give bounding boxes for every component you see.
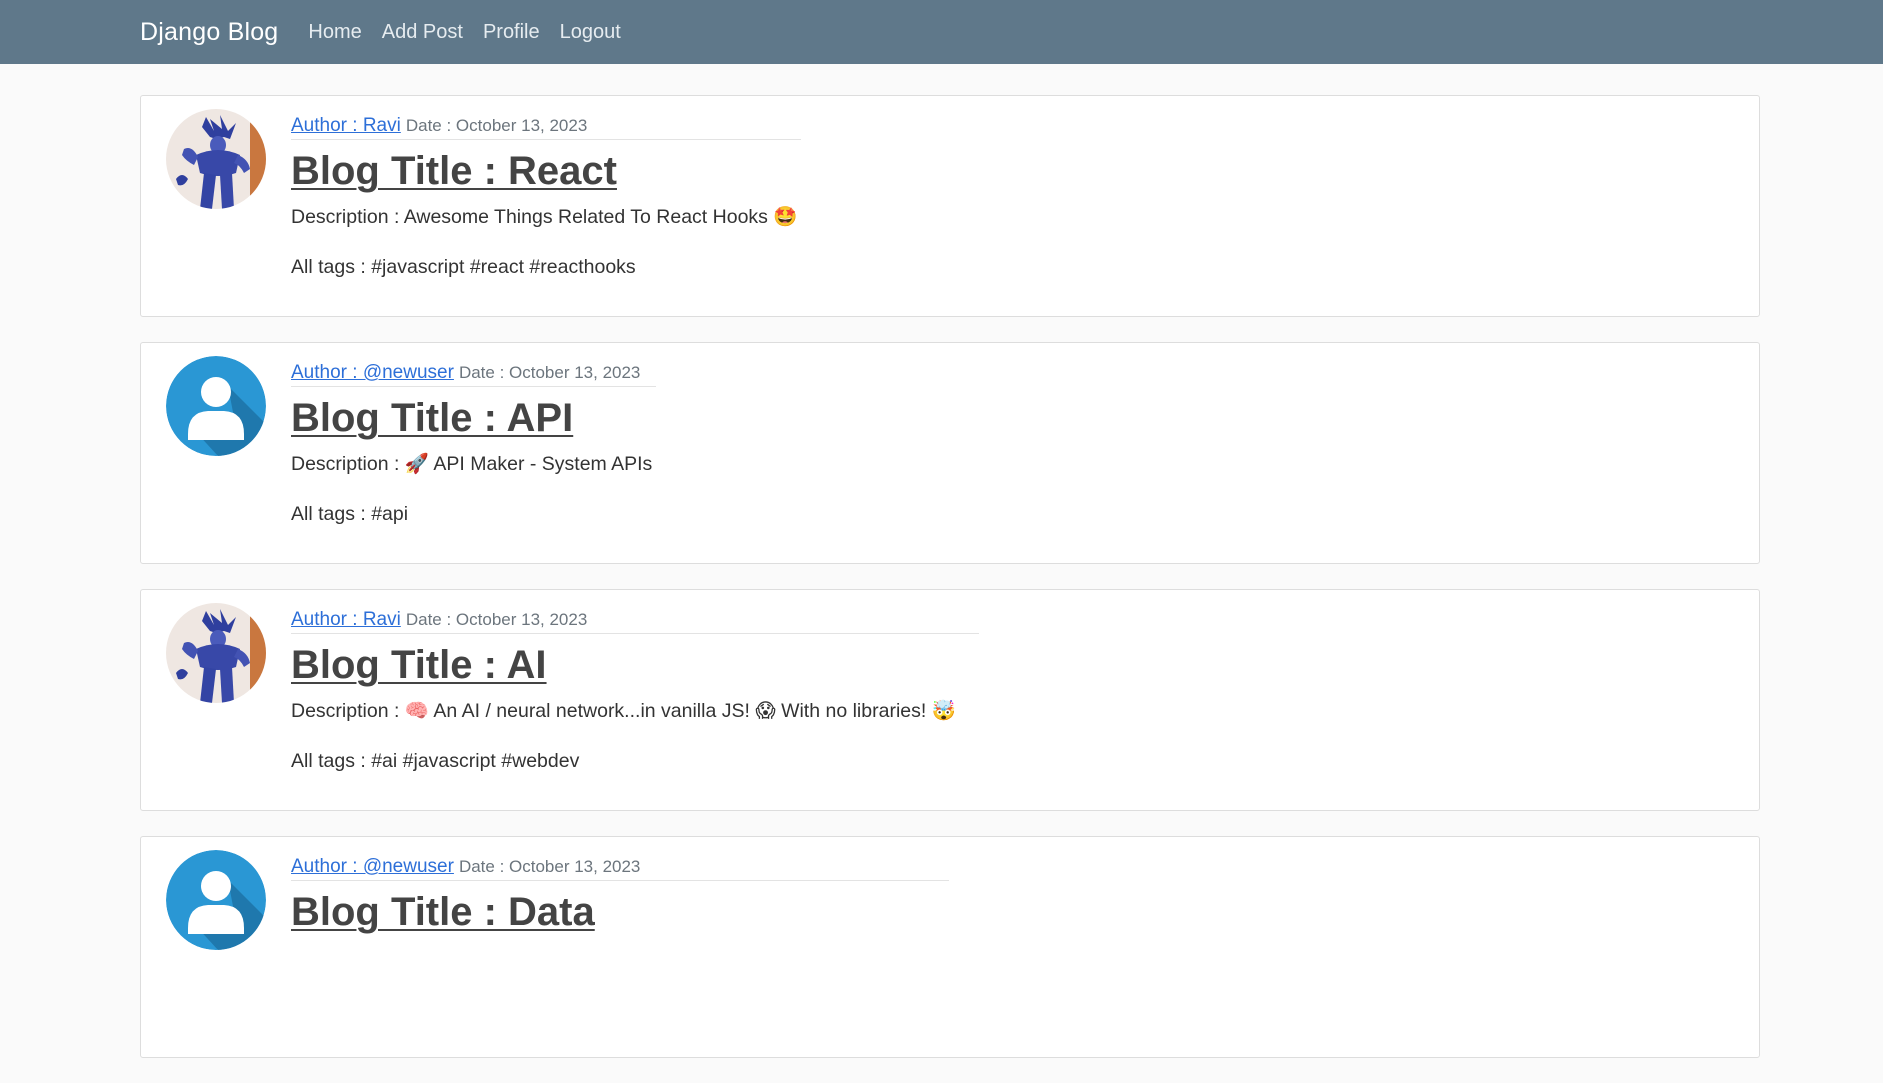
post-list: Author : Ravi Date : October 13, 2023 Bl… — [140, 95, 1760, 1083]
post-card: Author : @newuser Date : October 13, 202… — [140, 342, 1760, 564]
nav-profile-link[interactable]: Profile — [483, 21, 540, 44]
nav-home-link[interactable]: Home — [308, 21, 361, 44]
default-user-icon[interactable] — [166, 850, 266, 950]
sketch-avatar-icon[interactable] — [166, 603, 266, 703]
post-content: Author : @newuser Date : October 13, 202… — [291, 854, 1739, 959]
post-description: Description : 🚀 API Maker - System APIs — [291, 453, 653, 475]
top-navbar: Django Blog Home Add Post Profile Logout — [0, 0, 1883, 64]
post-date: Date : October 13, 2023 — [458, 363, 641, 382]
brand-link[interactable]: Django Blog — [140, 18, 278, 47]
author-link[interactable]: Author : @newuser — [291, 362, 454, 383]
post-meta: Author : @newuser Date : October 13, 202… — [291, 854, 949, 881]
sketch-avatar-icon[interactable] — [166, 109, 266, 209]
post-title-link[interactable]: Blog Title : Data — [291, 889, 1739, 935]
nav-add-post-link[interactable]: Add Post — [382, 21, 463, 44]
post-card: Author : Ravi Date : October 13, 2023 Bl… — [140, 589, 1760, 811]
post-date: Date : October 13, 2023 — [458, 857, 641, 876]
post-meta: Author : @newuser Date : October 13, 202… — [291, 360, 656, 387]
default-user-icon[interactable] — [166, 356, 266, 456]
post-title-link[interactable]: Blog Title : API — [291, 395, 1739, 441]
post-card: Author : @newuser Date : October 13, 202… — [140, 836, 1760, 1058]
post-date: Date : October 13, 2023 — [405, 610, 588, 629]
post-meta: Author : Ravi Date : October 13, 2023 — [291, 113, 801, 140]
post-content: Author : @newuser Date : October 13, 202… — [291, 360, 1739, 527]
author-link[interactable]: Author : @newuser — [291, 856, 454, 877]
author-link[interactable]: Author : Ravi — [291, 609, 401, 630]
post-card: Author : Ravi Date : October 13, 2023 Bl… — [140, 95, 1760, 317]
post-title-link[interactable]: Blog Title : AI — [291, 642, 1739, 688]
nav-logout-link[interactable]: Logout — [560, 21, 621, 44]
post-description: Description : Awesome Things Related To … — [291, 206, 798, 228]
post-tags: All tags : #ai #javascript #webdev — [291, 750, 580, 772]
post-date: Date : October 13, 2023 — [405, 116, 588, 135]
post-content: Author : Ravi Date : October 13, 2023 Bl… — [291, 113, 1739, 280]
post-title-link[interactable]: Blog Title : React — [291, 148, 1739, 194]
post-tags: All tags : #javascript #react #reacthook… — [291, 256, 636, 278]
post-content: Author : Ravi Date : October 13, 2023 Bl… — [291, 607, 1739, 774]
post-description: Description : 🧠 An AI / neural network..… — [291, 700, 956, 722]
post-meta: Author : Ravi Date : October 13, 2023 — [291, 607, 979, 634]
post-tags: All tags : #api — [291, 503, 409, 525]
author-link[interactable]: Author : Ravi — [291, 115, 401, 136]
